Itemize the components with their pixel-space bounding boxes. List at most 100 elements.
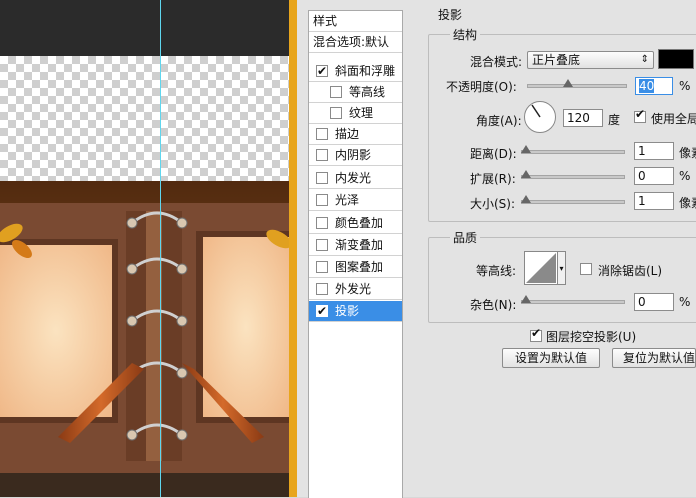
- antialias-checkbox[interactable]: [580, 263, 592, 275]
- styles-header: 样式: [313, 14, 338, 28]
- texture-checkbox[interactable]: [330, 107, 342, 119]
- opacity-slider[interactable]: [527, 79, 627, 88]
- size-unit: 像素: [679, 196, 696, 210]
- knockout-label: 图层挖空投影(U): [546, 330, 637, 344]
- style-item-label: 斜面和浮雕: [335, 64, 396, 78]
- drop-shadow-title: 投影: [438, 8, 463, 22]
- style-item-label: 渐变叠加: [335, 238, 384, 252]
- spread-slider[interactable]: [521, 170, 625, 179]
- style-item-label: 描边: [335, 127, 360, 141]
- style-item-color-overlay[interactable]: 颜色叠加: [309, 213, 402, 234]
- style-item-stroke[interactable]: 描边: [309, 124, 402, 145]
- style-item-satin[interactable]: 光泽: [309, 190, 402, 211]
- angle-unit: 度: [608, 113, 621, 127]
- contour-checkbox[interactable]: [330, 86, 342, 98]
- distance-unit: 像素: [679, 146, 696, 160]
- contour-label: 等高线:: [476, 264, 517, 278]
- size-slider-thumb[interactable]: [521, 195, 531, 203]
- style-item-label: 投影: [335, 304, 360, 318]
- style-item-inner-glow[interactable]: 内发光: [309, 168, 402, 189]
- spread-unit: %: [679, 169, 691, 183]
- opacity-slider-thumb[interactable]: [563, 79, 573, 87]
- set-default-button[interactable]: 设置为默认值: [502, 348, 600, 368]
- shadow-color-swatch[interactable]: [658, 49, 694, 69]
- spread-input[interactable]: 0: [634, 167, 674, 185]
- panel-divider[interactable]: [289, 0, 297, 497]
- distance-label: 距离(D):: [470, 147, 517, 161]
- blend-mode-value: 正片叠底: [532, 53, 581, 67]
- angle-dial[interactable]: [524, 101, 556, 133]
- dropdown-arrows-icon: ⇕: [640, 54, 649, 65]
- style-item-label: 外发光: [335, 282, 372, 296]
- opacity-input[interactable]: 40: [635, 77, 673, 95]
- global-light-checkbox[interactable]: [634, 107, 646, 123]
- style-item-label: 光泽: [335, 193, 360, 207]
- style-item-label: 内发光: [335, 171, 372, 185]
- stroke-checkbox[interactable]: [316, 128, 328, 140]
- pattern-overlay-checkbox[interactable]: [316, 261, 328, 273]
- size-label: 大小(S):: [470, 197, 516, 211]
- spread-value: 0: [638, 169, 646, 183]
- distance-slider-thumb[interactable]: [521, 145, 531, 153]
- noise-input[interactable]: 0: [634, 293, 674, 311]
- noise-value: 0: [638, 295, 646, 309]
- distance-input[interactable]: 1: [634, 142, 674, 160]
- style-item-bevel-emboss[interactable]: 斜面和浮雕: [309, 61, 402, 82]
- spread-slider-thumb[interactable]: [521, 170, 531, 178]
- noise-slider[interactable]: [521, 295, 625, 304]
- styles-list-panel: 样式 混合选项:默认 斜面和浮雕 等高线 纹理 描边 内阴影 内发光 光泽 颜色…: [308, 10, 403, 498]
- vertical-guide-line[interactable]: [160, 0, 161, 497]
- bevel-emboss-checkbox[interactable]: [316, 61, 328, 81]
- contour-dropdown-arrow-icon[interactable]: ▾: [558, 251, 566, 285]
- structure-title: 结构: [450, 26, 481, 43]
- angle-input[interactable]: 120: [563, 109, 603, 127]
- set-default-label: 设置为默认值: [514, 351, 587, 365]
- blend-options-label: 混合选项:默认: [313, 35, 390, 49]
- satin-checkbox[interactable]: [316, 194, 328, 206]
- opacity-value: 40: [639, 79, 655, 93]
- style-item-label: 纹理: [349, 106, 374, 120]
- blend-mode-label: 混合模式:: [470, 55, 523, 69]
- style-item-outer-glow[interactable]: 外发光: [309, 279, 402, 300]
- opacity-label: 不透明度(O):: [446, 80, 517, 94]
- blend-options-row[interactable]: 混合选项:默认: [309, 32, 402, 53]
- style-item-label: 颜色叠加: [335, 216, 384, 230]
- style-item-label: 图案叠加: [335, 260, 384, 274]
- distance-value: 1: [638, 144, 646, 158]
- blend-mode-select[interactable]: 正片叠底 ⇕: [527, 51, 654, 69]
- size-slider[interactable]: [521, 195, 625, 204]
- reset-default-label: 复位为默认值: [623, 351, 696, 365]
- style-item-inner-shadow[interactable]: 内阴影: [309, 145, 402, 166]
- size-value: 1: [638, 194, 646, 208]
- style-item-label: 内阴影: [335, 148, 372, 162]
- autumn-photo-album-artwork: [0, 181, 289, 497]
- document-canvas[interactable]: [0, 0, 289, 497]
- inner-shadow-checkbox[interactable]: [316, 149, 328, 161]
- reset-default-button[interactable]: 复位为默认值: [612, 348, 696, 368]
- angle-value: 120: [567, 111, 590, 125]
- angle-label: 角度(A):: [476, 114, 522, 128]
- style-item-contour[interactable]: 等高线: [309, 82, 402, 103]
- quality-title: 品质: [450, 229, 481, 246]
- opacity-unit: %: [679, 79, 691, 93]
- global-light-label: 使用全局光: [651, 112, 696, 126]
- drop-shadow-checkbox[interactable]: [316, 301, 328, 321]
- knockout-checkbox[interactable]: [530, 326, 542, 342]
- style-item-texture[interactable]: 纹理: [309, 103, 402, 124]
- styles-header-row[interactable]: 样式: [309, 11, 402, 32]
- style-item-pattern-overlay[interactable]: 图案叠加: [309, 257, 402, 278]
- style-item-gradient-overlay[interactable]: 渐变叠加: [309, 235, 402, 256]
- noise-label: 杂色(N):: [470, 298, 517, 312]
- spread-label: 扩展(R):: [470, 172, 516, 186]
- gradient-overlay-checkbox[interactable]: [316, 239, 328, 251]
- style-item-label: 等高线: [349, 85, 386, 99]
- antialias-label: 消除锯齿(L): [598, 264, 663, 278]
- distance-slider[interactable]: [521, 145, 625, 154]
- contour-preview[interactable]: [524, 251, 558, 285]
- outer-glow-checkbox[interactable]: [316, 283, 328, 295]
- size-input[interactable]: 1: [634, 192, 674, 210]
- color-overlay-checkbox[interactable]: [316, 217, 328, 229]
- inner-glow-checkbox[interactable]: [316, 172, 328, 184]
- noise-slider-thumb[interactable]: [521, 295, 531, 303]
- style-item-drop-shadow[interactable]: 投影: [309, 301, 402, 322]
